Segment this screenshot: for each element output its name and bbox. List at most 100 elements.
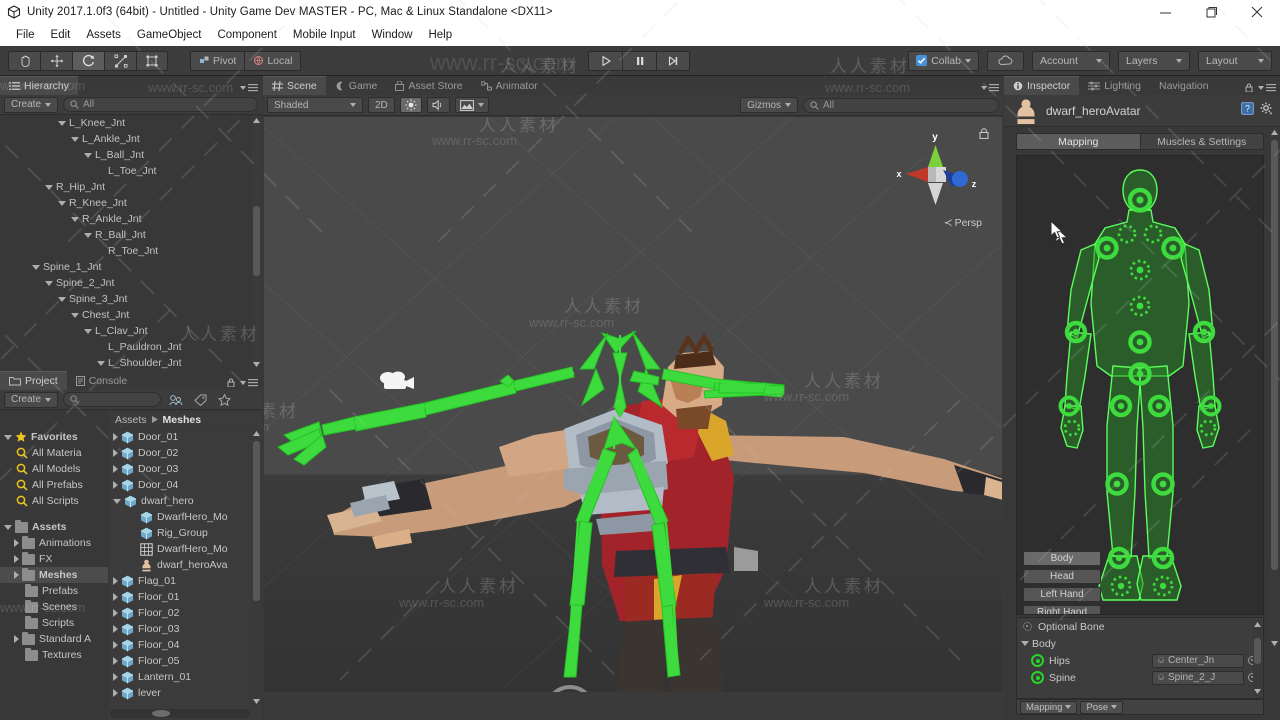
hierarchy-row[interactable]: Spine_2_Jnt: [0, 275, 262, 291]
menu-mobile-input[interactable]: Mobile Input: [285, 27, 364, 43]
menu-window[interactable]: Window: [364, 27, 421, 43]
project-hscroll-thumb[interactable]: [152, 710, 170, 717]
hierarchy-row[interactable]: L_Clav_Jnt: [0, 323, 262, 339]
hierarchy-row[interactable]: L_Shoulder_Jnt: [0, 355, 262, 371]
chevron-right-icon[interactable]: [113, 577, 118, 585]
chevron-down-icon[interactable]: [58, 296, 66, 302]
project-folder-item[interactable]: Standard A: [0, 631, 108, 647]
hierarchy-row[interactable]: Spine_1_Jnt: [0, 259, 262, 275]
project-folder-item[interactable]: Textures: [0, 647, 108, 663]
body-group-row[interactable]: Body: [1017, 635, 1263, 652]
project-asset-item[interactable]: Door_02: [109, 445, 262, 461]
collab-button[interactable]: Collab: [908, 50, 979, 71]
chevron-right-icon[interactable]: [113, 673, 118, 681]
help-icon[interactable]: ?: [1241, 101, 1254, 120]
bone-scroll-thumb[interactable]: [1254, 638, 1261, 664]
menu-gameobject[interactable]: GameObject: [129, 27, 210, 43]
hierarchy-tab-menu[interactable]: [240, 84, 258, 92]
tab-muscles-settings[interactable]: Muscles & Settings: [1140, 133, 1264, 150]
pivot-button[interactable]: Pivot: [190, 50, 245, 71]
scene-projection-label[interactable]: ≺ Persp: [944, 217, 982, 229]
project-asset-item[interactable]: dwarf_heroAva: [109, 557, 262, 573]
chevron-right-icon[interactable]: [113, 465, 118, 473]
project-asset-item[interactable]: Floor_05: [109, 653, 262, 669]
tab-scene[interactable]: Scene: [263, 76, 326, 95]
scroll-up-arrow[interactable]: [252, 429, 261, 438]
chevron-down-icon[interactable]: [4, 524, 12, 530]
chevron-down-icon[interactable]: [71, 216, 79, 222]
bone-mapping-list[interactable]: Optional Bone Body Hips ⎉ Center_Jn Spin…: [1016, 617, 1264, 699]
chevron-right-icon[interactable]: [113, 657, 118, 665]
toggle-2d-button[interactable]: 2D: [368, 97, 395, 113]
menu-file[interactable]: File: [8, 27, 43, 43]
chevron-right-icon[interactable]: [113, 609, 118, 617]
project-asset-item[interactable]: Lantern_01: [109, 669, 262, 685]
hierarchy-row[interactable]: Chest_Jnt: [0, 307, 262, 323]
menu-component[interactable]: Component: [209, 27, 284, 43]
project-asset-item[interactable]: Floor_04: [109, 637, 262, 653]
hierarchy-row[interactable]: R_Toe_Jnt: [0, 243, 262, 259]
chevron-right-icon[interactable]: [113, 593, 118, 601]
chevron-right-icon[interactable]: [113, 641, 118, 649]
project-asset-item[interactable]: Floor_02: [109, 605, 262, 621]
hierarchy-search-input[interactable]: All: [63, 97, 258, 112]
project-favorite-item[interactable]: All Models: [0, 461, 108, 477]
rect-tool-button[interactable]: [136, 50, 168, 71]
tab-inspector[interactable]: Inspector: [1004, 76, 1080, 95]
chevron-right-icon[interactable]: [113, 481, 118, 489]
audio-toggle-button[interactable]: [426, 97, 450, 113]
account-button[interactable]: Account: [1032, 50, 1110, 71]
project-folder-item[interactable]: Meshes: [0, 567, 108, 583]
chevron-down-icon[interactable]: [4, 434, 12, 440]
gizmos-dropdown[interactable]: Gizmos: [740, 97, 798, 113]
hierarchy-row[interactable]: L_Ankle_Jnt: [0, 131, 262, 147]
project-asset-list[interactable]: Door_01 Door_02 Door_03 Door_04 dwarf_hero Dw…: [109, 429, 262, 720]
project-favorite-item[interactable]: All Materia: [0, 445, 108, 461]
inspector-tab-menu[interactable]: [1245, 83, 1276, 92]
project-create-button[interactable]: Create: [4, 391, 59, 408]
lighting-toggle-button[interactable]: [399, 97, 422, 113]
project-scroll-thumb[interactable]: [253, 441, 260, 601]
scroll-up-arrow[interactable]: [1253, 620, 1262, 629]
tab-asset-store[interactable]: Asset Store: [386, 76, 471, 95]
project-favorite-item[interactable]: All Prefabs: [0, 477, 108, 493]
project-asset-item[interactable]: Rig_Group: [109, 525, 262, 541]
project-asset-item[interactable]: DwarfHero_Mo: [109, 509, 262, 525]
shading-mode-dropdown[interactable]: Shaded: [267, 97, 363, 113]
menu-edit[interactable]: Edit: [43, 27, 79, 43]
hierarchy-row[interactable]: L_Knee_Jnt: [0, 115, 262, 131]
tab-console[interactable]: Console: [67, 371, 137, 390]
chevron-down-icon[interactable]: [113, 498, 121, 504]
project-scrollbar[interactable]: [252, 429, 261, 706]
rotate-tool-button[interactable]: [72, 50, 104, 71]
hierarchy-row[interactable]: R_Ball_Jnt: [0, 227, 262, 243]
chevron-down-icon[interactable]: [32, 264, 40, 270]
scroll-down-arrow[interactable]: [252, 697, 261, 706]
favorites-group-header[interactable]: Favorites: [0, 429, 108, 445]
avatar-mapping-canvas[interactable]: Body Head Left Hand Right Hand: [1016, 155, 1264, 615]
project-folder-tree[interactable]: Favorites All Materia All Models All Prefab…: [0, 429, 108, 720]
project-folder-item[interactable]: Scenes: [0, 599, 108, 615]
project-asset-item[interactable]: Door_01: [109, 429, 262, 445]
layers-button[interactable]: Layers: [1118, 50, 1190, 71]
project-folder-item[interactable]: FX: [0, 551, 108, 567]
project-asset-item[interactable]: Floor_01: [109, 589, 262, 605]
gear-icon[interactable]: [1260, 102, 1273, 120]
scroll-down-arrow[interactable]: [1253, 687, 1262, 696]
chevron-right-icon[interactable]: [14, 539, 19, 547]
avatar-part-left-hand-button[interactable]: Left Hand: [1023, 587, 1101, 602]
bone-list-scrollbar[interactable]: [1253, 620, 1262, 696]
chevron-down-icon[interactable]: [45, 184, 53, 190]
chevron-down-icon[interactable]: [71, 136, 79, 142]
chevron-right-icon[interactable]: [113, 433, 118, 441]
avatar-part-body-button[interactable]: Body: [1023, 551, 1101, 566]
chevron-right-icon[interactable]: [113, 449, 118, 457]
chevron-down-icon[interactable]: [58, 120, 66, 126]
local-button[interactable]: Local: [244, 50, 302, 71]
mapping-dropdown-button[interactable]: Mapping: [1020, 700, 1078, 714]
bone-field-hips[interactable]: ⎉ Center_Jn: [1152, 653, 1244, 668]
bone-row-spine[interactable]: Spine ⎉ Spine_2_J: [1017, 669, 1263, 686]
hierarchy-row[interactable]: R_Hip_Jnt: [0, 179, 262, 195]
scene-lock-icon[interactable]: [979, 126, 989, 144]
hierarchy-row[interactable]: L_Ball_Jnt: [0, 147, 262, 163]
